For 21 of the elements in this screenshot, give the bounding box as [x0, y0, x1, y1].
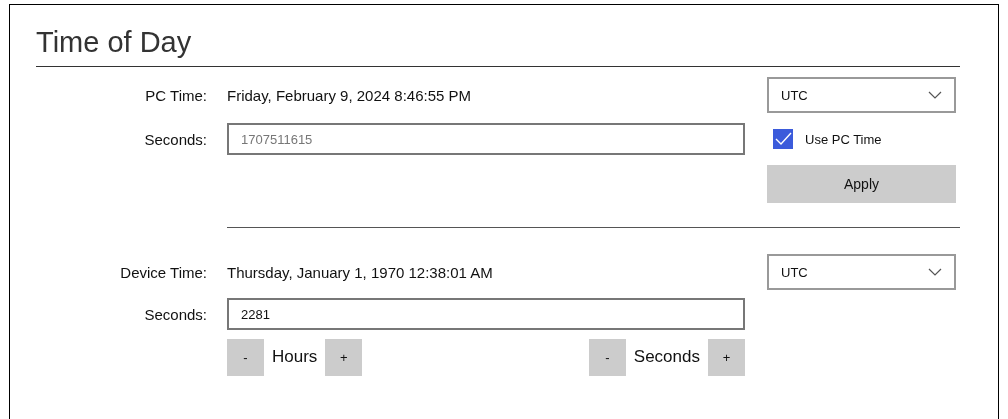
time-value: Friday, February 9, 2024 8:46:55 PM	[227, 86, 472, 104]
apply-button[interactable]: Apply	[767, 165, 956, 203]
time-value: Thursday, January 1, 1970 12:38:01 AM	[227, 263, 494, 281]
checkbox-label: Use PC Time	[805, 131, 882, 147]
field-label: Seconds:	[143, 305, 207, 323]
stepper-label: Seconds	[633, 347, 700, 367]
seconds-field[interactable]: 2281	[227, 298, 745, 330]
chevron-down-icon	[928, 268, 942, 276]
increment-button[interactable]: +	[325, 338, 363, 376]
decrement-button[interactable]: -	[227, 338, 264, 376]
window-title: Time of Day	[36, 25, 193, 60]
increment-button[interactable]: +	[708, 338, 745, 376]
decrement-button[interactable]: -	[588, 338, 626, 376]
checkbox[interactable]	[773, 129, 793, 149]
chevron-down-icon	[928, 91, 942, 99]
field-label: PC Time:	[144, 86, 207, 104]
field-label: Device Time:	[119, 263, 207, 281]
timezone-dropdown[interactable]: UTC	[767, 77, 956, 113]
timezone-dropdown[interactable]: UTC	[767, 254, 956, 290]
field-label: Seconds:	[143, 130, 207, 148]
stepper-label: Hours	[272, 347, 318, 367]
